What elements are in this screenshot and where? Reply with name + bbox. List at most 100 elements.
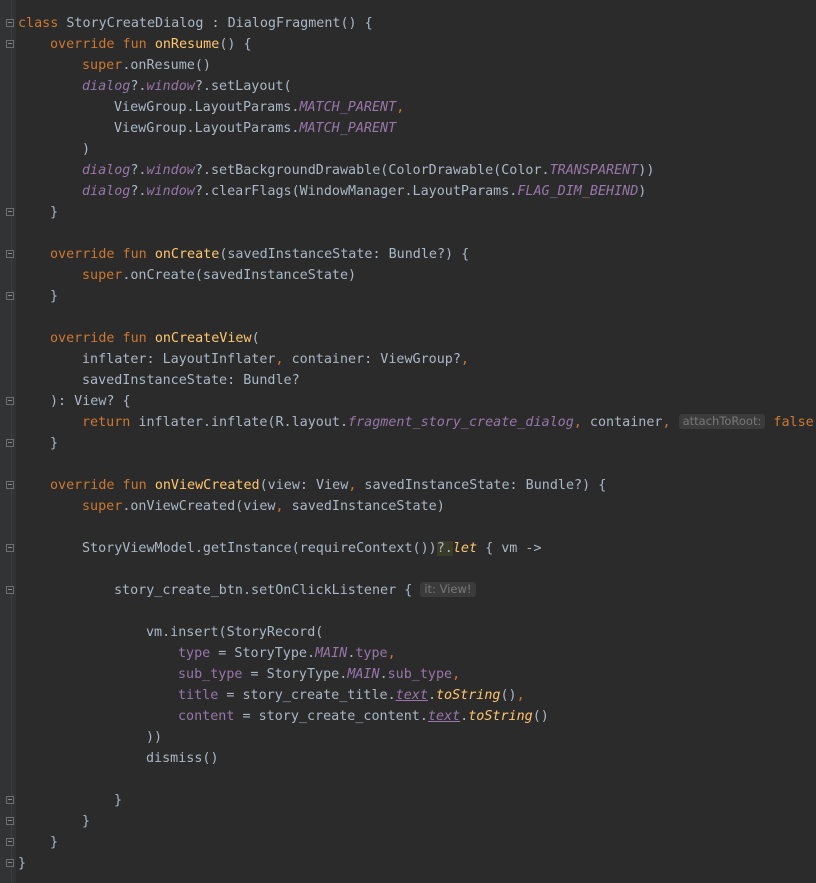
code-token: }	[50, 205, 59, 220]
code-token: FLAG_DIM_BEHIND	[517, 184, 639, 199]
code-line[interactable]: super.onViewCreated(view, savedInstanceS…	[0, 496, 816, 517]
code-line[interactable]: dialog?.window?.clearFlags(WindowManager…	[0, 181, 816, 202]
fold-end-icon[interactable]	[6, 439, 14, 447]
code-line[interactable]: super.onCreate(savedInstanceState)	[0, 265, 816, 286]
code-line[interactable]: content = story_create_content.text.toSt…	[0, 706, 816, 727]
fold-collapse-icon[interactable]	[6, 19, 14, 27]
code-token: sub_type	[387, 667, 453, 682]
code-token: .onCreate(savedInstanceState)	[122, 268, 357, 283]
code-line[interactable]: }	[0, 811, 816, 832]
code-line[interactable]: type = StoryType.MAIN.type,	[0, 643, 816, 664]
code-line[interactable]: return inflater.inflate(R.layout.fragmen…	[0, 412, 816, 433]
code-line[interactable]: class StoryCreateDialog : DialogFragment…	[0, 13, 816, 34]
code-line[interactable]: ))	[0, 727, 816, 748]
code-line-content: ))	[146, 727, 162, 748]
code-token: onCreateView	[154, 331, 252, 346]
code-line[interactable]: dismiss()	[0, 748, 816, 769]
fold-collapse-icon[interactable]	[6, 544, 14, 552]
code-line[interactable]: inflater: LayoutInflater, container: Vie…	[0, 349, 816, 370]
code-token: inflater: LayoutInflater	[82, 352, 276, 367]
code-line[interactable]	[0, 559, 816, 580]
code-line-content: }	[50, 433, 58, 454]
fold-end-icon[interactable]	[6, 208, 14, 216]
code-line[interactable]: dialog?.window?.setBackgroundDrawable(Co…	[0, 160, 816, 181]
code-token: toString	[436, 688, 501, 703]
code-token: title	[178, 688, 219, 703]
fold-collapse-icon[interactable]	[6, 481, 14, 489]
code-line[interactable]: StoryViewModel.getInstance(requireContex…	[0, 538, 816, 559]
fold-end-icon[interactable]	[6, 292, 14, 300]
code-line[interactable]: override fun onViewCreated(view: View, s…	[0, 475, 816, 496]
code-token: onResume	[154, 37, 220, 52]
code-line[interactable]: savedInstanceState: Bundle?	[0, 370, 816, 391]
code-line-content: inflater: LayoutInflater, container: Vie…	[82, 349, 469, 370]
code-line[interactable]: ViewGroup.LayoutParams.MATCH_PARENT	[0, 118, 816, 139]
fold-end-icon[interactable]	[6, 817, 14, 825]
code-line[interactable]	[0, 517, 816, 538]
code-token: override fun	[50, 478, 155, 493]
code-token: ,	[516, 688, 525, 703]
code-token: override fun	[50, 331, 155, 346]
code-token: sub_type	[178, 667, 243, 682]
code-line[interactable]: override fun onResume() {	[0, 34, 816, 55]
code-token: TRANSPARENT	[549, 163, 639, 178]
code-token: }	[114, 793, 123, 808]
code-token: ?.	[130, 163, 147, 178]
code-token: ,	[396, 100, 405, 115]
code-line[interactable]	[0, 769, 816, 790]
code-line[interactable]: ): View? {	[0, 391, 816, 412]
code-token: ?.	[130, 184, 147, 199]
code-line[interactable]	[0, 223, 816, 244]
code-token: story_create_btn.setOnClickListener {	[114, 583, 421, 598]
code-token: () {	[219, 37, 252, 52]
code-line[interactable]: dialog?.window?.setLayout(	[0, 76, 816, 97]
code-line[interactable]: }	[0, 433, 816, 454]
fold-end-icon[interactable]	[6, 838, 14, 846]
code-token: ?.	[130, 79, 147, 94]
code-line[interactable]: super.onResume()	[0, 55, 816, 76]
code-line[interactable]: ViewGroup.LayoutParams.MATCH_PARENT,	[0, 97, 816, 118]
code-token: ?.	[436, 541, 453, 556]
code-area[interactable]: class StoryCreateDialog : DialogFragment…	[0, 13, 816, 874]
code-line[interactable]: story_create_btn.setOnClickListener { it…	[0, 580, 816, 601]
code-token: super	[82, 58, 123, 73]
code-token: ?.clearFlags(WindowManager.LayoutParams.	[194, 184, 518, 199]
code-token: MAIN	[347, 667, 380, 682]
code-line[interactable]: override fun onCreate(savedInstanceState…	[0, 244, 816, 265]
code-line-content: class StoryCreateDialog : DialogFragment…	[18, 13, 373, 34]
code-line-content: )	[82, 139, 90, 160]
code-line-content: savedInstanceState: Bundle?	[82, 370, 300, 391]
code-line[interactable]: }	[0, 853, 816, 874]
fold-end-icon[interactable]	[6, 859, 14, 867]
fold-end-icon[interactable]	[6, 796, 14, 804]
code-token: toString	[468, 709, 533, 724]
code-line[interactable]: title = story_create_title.text.toString…	[0, 685, 816, 706]
code-line[interactable]: }	[0, 286, 816, 307]
fold-collapse-icon[interactable]	[6, 397, 14, 405]
code-line[interactable]: override fun onCreateView(	[0, 328, 816, 349]
code-token: ?.setBackgroundDrawable(ColorDrawable(Co…	[194, 163, 550, 178]
code-token: ,	[452, 667, 461, 682]
code-line[interactable]	[0, 454, 816, 475]
code-line[interactable]	[0, 601, 816, 622]
code-line[interactable]: sub_type = StoryType.MAIN.sub_type,	[0, 664, 816, 685]
code-token: (	[251, 331, 260, 346]
code-line[interactable]: vm.insert(StoryRecord(	[0, 622, 816, 643]
code-line[interactable]: }	[0, 202, 816, 223]
code-line[interactable]: }	[0, 832, 816, 853]
code-token: .onViewCreated(view	[122, 499, 276, 514]
code-line[interactable]	[0, 307, 816, 328]
code-token: ,	[573, 415, 582, 430]
fold-collapse-icon[interactable]	[6, 250, 14, 258]
code-line[interactable]: }	[0, 790, 816, 811]
code-token: ViewGroup.LayoutParams.	[114, 100, 300, 115]
code-token: ,	[460, 352, 469, 367]
code-token: false	[773, 415, 814, 430]
code-line-content: super.onViewCreated(view, savedInstanceS…	[82, 496, 445, 517]
code-token: ))	[146, 730, 163, 745]
code-line[interactable]: )	[0, 139, 816, 160]
fold-collapse-icon[interactable]	[6, 586, 14, 594]
code-editor[interactable]: class StoryCreateDialog : DialogFragment…	[0, 0, 816, 883]
fold-collapse-icon[interactable]	[6, 40, 14, 48]
